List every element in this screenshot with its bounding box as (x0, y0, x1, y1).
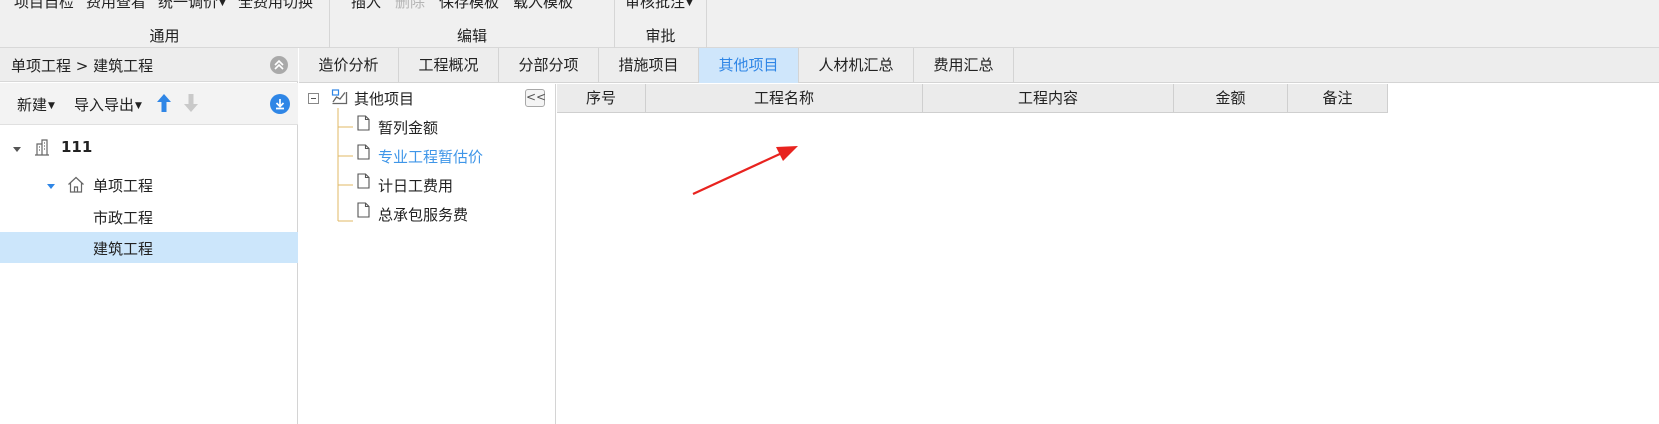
new-button[interactable]: 新建▼ (17, 94, 55, 115)
tree-node-general-contract-fee[interactable]: 总承包服务费 (378, 204, 468, 225)
tab-labor-material-summary[interactable]: 人材机汇总 (799, 48, 914, 83)
ribbon-group-label: 审批 (645, 27, 676, 45)
building-icon (33, 138, 51, 160)
tree-item-label: 建筑工程 (93, 240, 154, 258)
tree-node-daywork[interactable]: 计日工费用 (378, 175, 453, 196)
caret-down-icon: ▼ (135, 101, 142, 111)
tab-fee-summary[interactable]: 费用汇总 (914, 48, 1014, 83)
unified-price-adjust-button[interactable]: 统一调价▼ (158, 0, 226, 11)
folder-chart-icon (331, 88, 348, 109)
ribbon-group-label: 通用 (149, 27, 180, 45)
other-items-tree: 其他项目 << 暂列金额 专业工程暂估价 计日工费用 总承包服务费 (299, 84, 556, 424)
project-tree-panel: 单项工程 > 建筑工程 新建▼ 导入导出▼ 111 单项工程 市政工程 建筑工程 (0, 48, 298, 424)
full-cost-switch-button[interactable]: 全费用切换 (238, 0, 313, 11)
tab-bar: 造价分析 工程概况 分部分项 措施项目 其他项目 人材机汇总 费用汇总 (299, 48, 1659, 83)
move-down-icon[interactable] (183, 93, 199, 113)
annotation-arrow-icon (692, 146, 798, 195)
project-self-check-button[interactable]: 项目自检 (14, 0, 74, 11)
tree-toolbar: 新建▼ 导入导出▼ (0, 83, 298, 125)
breadcrumb-text: 单项工程 > 建筑工程 (11, 57, 154, 75)
tab-cost-analysis[interactable]: 造价分析 (299, 48, 399, 83)
document-icon (357, 173, 370, 193)
caret-down-icon: ▼ (686, 0, 693, 8)
review-annotation-label: 审核批注 (625, 0, 686, 11)
insert-button[interactable]: 插入 (351, 0, 381, 11)
view-fees-button[interactable]: 费用查看 (86, 0, 146, 11)
collapse-panel-button[interactable]: << (525, 89, 546, 107)
tree-item-municipal[interactable]: 市政工程 (0, 201, 298, 232)
tree-node-specialty-estimate[interactable]: 专业工程暂估价 (378, 146, 483, 167)
review-annotation-button[interactable]: 审核批注▼ (625, 0, 693, 11)
column-header-project-content[interactable]: 工程内容 (923, 84, 1174, 113)
tree-item-label: 单项工程 (93, 177, 154, 195)
expand-triangle-icon[interactable] (46, 177, 56, 195)
tree-item-label: 111 (61, 138, 93, 156)
tree-root-other-items[interactable]: 其他项目 (354, 88, 414, 109)
grid-header: 序号 工程名称 工程内容 金额 备注 (557, 84, 1388, 113)
ribbon-group-general: 项目自检 费用查看 统一调价▼ 全费用切换 通用 (0, 0, 330, 48)
import-export-button[interactable]: 导入导出▼ (74, 94, 142, 115)
collapse-up-icon[interactable] (270, 56, 288, 74)
column-header-index[interactable]: 序号 (557, 84, 646, 113)
collapse-node-icon[interactable] (308, 90, 319, 108)
expand-triangle-icon[interactable] (12, 140, 22, 158)
ribbon-group-label: 编辑 (456, 27, 487, 45)
tab-measures[interactable]: 措施项目 (599, 48, 699, 83)
save-template-button[interactable]: 保存模板 (439, 0, 499, 11)
ribbon: 项目自检 费用查看 统一调价▼ 全费用切换 通用 插入 删除 保存模板 载入模板… (0, 0, 1659, 48)
unified-price-adjust-label: 统一调价 (158, 0, 219, 11)
new-label: 新建 (17, 96, 48, 114)
document-icon (357, 115, 370, 135)
move-up-icon[interactable] (156, 93, 172, 113)
caret-down-icon: ▼ (48, 101, 55, 111)
ribbon-group-edit: 插入 删除 保存模板 载入模板 编辑 (330, 0, 615, 48)
column-header-amount[interactable]: 金额 (1174, 84, 1288, 113)
ribbon-group-approval: 审核批注▼ 审批 (615, 0, 707, 48)
home-icon (67, 176, 85, 197)
download-icon[interactable] (270, 94, 290, 114)
tab-project-overview[interactable]: 工程概况 (399, 48, 499, 83)
tab-sub-items[interactable]: 分部分项 (499, 48, 599, 83)
tree-item-label: 市政工程 (93, 209, 154, 227)
tree-node-provisional-sum[interactable]: 暂列金额 (378, 117, 438, 138)
load-template-button[interactable]: 载入模板 (513, 0, 573, 11)
tab-other-items[interactable]: 其他项目 (699, 48, 799, 83)
column-header-remarks[interactable]: 备注 (1288, 84, 1388, 113)
column-header-project-name[interactable]: 工程名称 (646, 84, 923, 113)
import-export-label: 导入导出 (74, 96, 135, 114)
document-icon (357, 144, 370, 164)
delete-button[interactable]: 删除 (395, 0, 425, 11)
tree-item-building[interactable]: 建筑工程 (0, 232, 298, 263)
breadcrumb: 单项工程 > 建筑工程 (0, 48, 298, 82)
tree-item-project[interactable]: 111 (0, 132, 298, 163)
document-icon (357, 202, 370, 222)
tree-item-single-project[interactable]: 单项工程 (0, 169, 298, 200)
caret-down-icon: ▼ (219, 0, 226, 8)
